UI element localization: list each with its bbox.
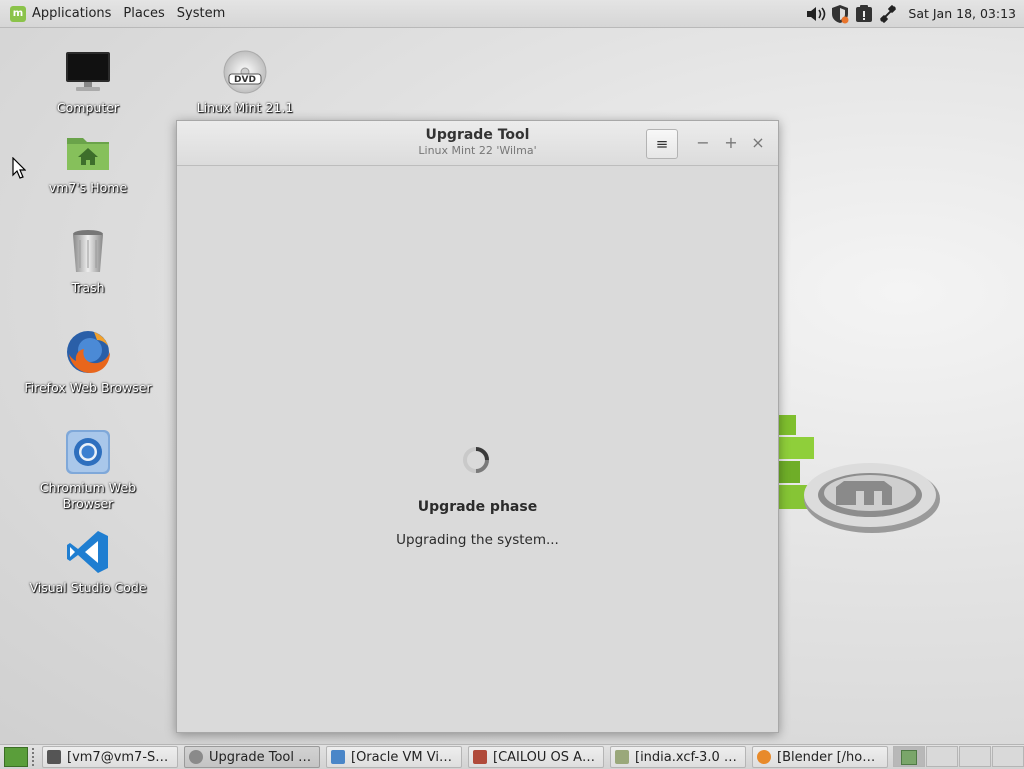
desktop-icon-home[interactable]: vm7's Home: [23, 128, 153, 196]
taskbar-item-terminal[interactable]: [vm7@vm7-Sta...: [42, 746, 178, 768]
applications-menu[interactable]: m Applications: [0, 0, 117, 27]
desktop-icon-firefox[interactable]: Firefox Web Browser: [23, 328, 153, 396]
system-menu-label: System: [176, 6, 226, 21]
desktop-icon-label: Chromium Web Browser: [39, 480, 137, 511]
upgrade-phase-heading: Upgrade phase: [417, 499, 538, 515]
window-titlebar[interactable]: Upgrade Tool Linux Mint 22 'Wilma' ≡ − +…: [177, 121, 778, 166]
desktop-icon-computer[interactable]: Computer: [23, 48, 153, 116]
upgrade-status-text: Upgrading the system...: [396, 532, 559, 548]
taskbar-item-blender[interactable]: [Blender [/hom...: [752, 746, 888, 768]
wallpaper-mint-logo-icon: [776, 415, 940, 533]
bottom-panel: [vm7@vm7-Sta... Upgrade Tool (... [Oracl…: [0, 744, 1024, 769]
places-menu-label: Places: [123, 6, 165, 21]
update-manager-icon[interactable]: [829, 3, 851, 25]
desktop-icon-vscode[interactable]: Visual Studio Code: [23, 528, 153, 596]
upgrade-tool-window: Upgrade Tool Linux Mint 22 'Wilma' ≡ − +…: [176, 120, 779, 733]
workspace-4[interactable]: [992, 746, 1024, 767]
spinner-icon: [463, 447, 489, 473]
taskbar-item-label: [Oracle VM Virt...: [351, 749, 457, 765]
desktop-icon-trash[interactable]: Trash: [23, 228, 153, 296]
window-title: Upgrade Tool: [425, 127, 530, 143]
desktop-icon-label: Computer: [56, 100, 120, 115]
blender-icon: [757, 750, 771, 764]
taskbar-item-label: [vm7@vm7-Sta...: [67, 749, 173, 765]
workspace-2[interactable]: [926, 746, 958, 767]
hamburger-menu-icon: ≡: [655, 135, 669, 153]
taskbar-item-label: Upgrade Tool (...: [209, 749, 315, 765]
virtualbox-icon: [331, 750, 345, 764]
desktop-icon-label: Firefox Web Browser: [24, 380, 152, 395]
mouse-cursor-icon: [12, 157, 26, 179]
close-button[interactable]: ×: [749, 132, 767, 152]
applications-menu-label: Applications: [32, 6, 112, 21]
clock[interactable]: Sat Jan 18, 03:13: [908, 6, 1016, 21]
system-tray: Sat Jan 18, 03:13: [804, 0, 1024, 27]
taskbar-item-virtualbox[interactable]: [Oracle VM Virt...: [326, 746, 462, 768]
workspace-switcher: [892, 746, 1024, 767]
desktop-icon-label: Linux Mint 21.1 MATE 64-bit: [196, 100, 294, 115]
hamburger-menu-button[interactable]: ≡: [646, 129, 678, 159]
desktop-icon-label: Trash: [71, 280, 105, 295]
mint-menu-icon: m: [10, 5, 26, 22]
firefox-icon: [64, 328, 112, 376]
minimize-icon: −: [696, 132, 710, 152]
system-menu[interactable]: System: [171, 0, 231, 27]
workspace-3[interactable]: [959, 746, 991, 767]
desktop-icon-label: vm7's Home: [48, 180, 128, 195]
maximize-icon: +: [724, 132, 738, 152]
dvd-icon: DVD: [221, 48, 269, 96]
gimp-icon: [615, 750, 629, 764]
workspace-1[interactable]: [893, 746, 925, 767]
maximize-button[interactable]: +: [722, 132, 740, 152]
desktop-icon-label: Visual Studio Code: [29, 580, 147, 595]
trash-icon: [64, 228, 112, 276]
window-content: Upgrade phase Upgrading the system...: [177, 166, 778, 732]
network-icon[interactable]: [877, 3, 899, 25]
notification-icon[interactable]: [853, 3, 875, 25]
close-icon: ×: [751, 132, 765, 152]
volume-icon[interactable]: [805, 3, 827, 25]
image-viewer-icon: [473, 750, 487, 764]
taskbar-item-label: [india.xcf-3.0 (R...: [635, 749, 741, 765]
taskbar-item-label: [CAILOU OS AS...: [493, 749, 599, 765]
places-menu[interactable]: Places: [117, 0, 170, 27]
terminal-icon: [47, 750, 61, 764]
home-folder-icon: [64, 128, 112, 176]
vscode-icon: [64, 528, 112, 576]
taskbar-item-image-viewer[interactable]: [CAILOU OS AS...: [468, 746, 604, 768]
desktop-icon-dvd[interactable]: DVD Linux Mint 21.1 MATE 64-bit: [180, 48, 310, 116]
upgrade-tool-icon: [189, 750, 203, 764]
taskbar-item-upgrade-tool[interactable]: Upgrade Tool (...: [184, 746, 320, 768]
chromium-icon: [64, 428, 112, 476]
minimize-button[interactable]: −: [694, 132, 712, 152]
window-subtitle: Linux Mint 22 'Wilma': [418, 144, 537, 157]
desktop-icon-chromium[interactable]: Chromium Web Browser: [23, 428, 153, 512]
panel-handle[interactable]: [32, 748, 38, 766]
monitor-icon: [64, 48, 112, 96]
svg-text:DVD: DVD: [234, 75, 256, 85]
taskbar-item-gimp[interactable]: [india.xcf-3.0 (R...: [610, 746, 746, 768]
taskbar-item-label: [Blender [/hom...: [777, 749, 883, 765]
top-panel: m Applications Places System Sat Jan 18,…: [0, 0, 1024, 28]
show-desktop-button[interactable]: [4, 747, 28, 767]
window-thumbnail-icon: [901, 750, 917, 765]
